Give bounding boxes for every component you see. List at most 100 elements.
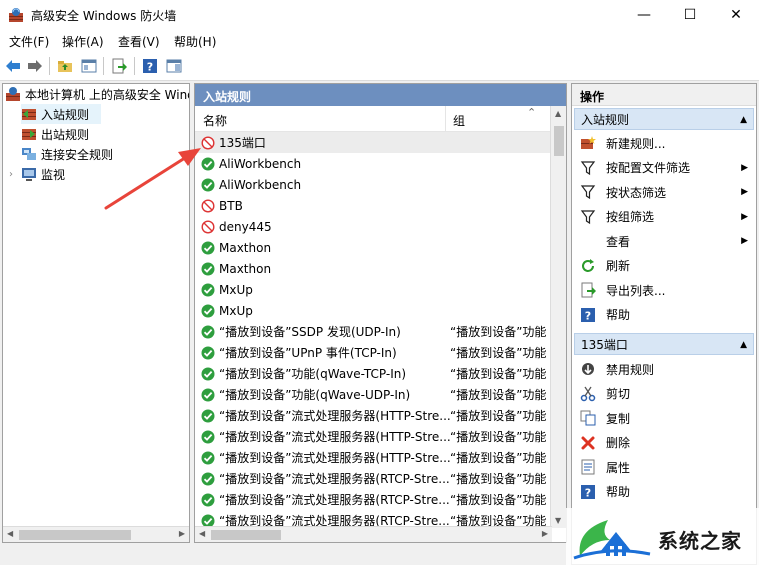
column-group[interactable]: 组 [453, 112, 465, 129]
action-item[interactable]: 禁用规则 [574, 357, 754, 381]
actions-section-inbound[interactable]: 入站规则 ▲ [574, 108, 754, 130]
rule-row[interactable]: “播放到设备”功能(qWave-UDP-In) “播放到设备”功能 [195, 384, 552, 405]
scroll-right-icon[interactable]: ▶ [542, 529, 548, 538]
svg-text:?: ? [147, 61, 153, 74]
properties-icon [580, 459, 596, 475]
rule-name: “播放到设备”功能(qWave-TCP-In) [219, 367, 407, 381]
actions-section-selected-rule[interactable]: 135端口 ▲ [574, 333, 754, 355]
help-button[interactable]: ? [141, 57, 159, 75]
action-item[interactable]: 查看 ▶ [574, 229, 754, 253]
menu-file[interactable]: 文件(F) [9, 33, 49, 50]
action-label: 新建规则... [606, 136, 666, 151]
console-tree-icon [81, 59, 97, 73]
action-item[interactable]: 新建规则... [574, 131, 754, 155]
scroll-left-icon[interactable]: ◀ [199, 529, 205, 538]
rule-row[interactable]: Maxthon [195, 237, 552, 258]
maximize-button[interactable]: ☐ [667, 0, 713, 29]
action-label: 禁用规则 [606, 362, 655, 377]
action-label: 剪切 [606, 387, 631, 401]
rule-name: “播放到设备”功能(qWave-UDP-In) [219, 388, 411, 402]
scroll-left-icon[interactable]: ◀ [7, 529, 13, 538]
action-item[interactable]: 删除 [574, 431, 754, 455]
rule-group: “播放到设备”功能 [450, 367, 547, 381]
column-divider[interactable] [445, 106, 446, 132]
action-item[interactable]: ? 帮助 [574, 303, 754, 327]
scroll-up-icon[interactable]: ▲ [555, 109, 561, 118]
menu-action[interactable]: 操作(A) [62, 33, 104, 50]
rule-row[interactable]: MxUp [195, 279, 552, 300]
action-label: 导出列表... [606, 283, 666, 298]
show-action-pane-button[interactable] [165, 57, 183, 75]
export-button[interactable] [110, 57, 128, 75]
menu-view[interactable]: 查看(V) [118, 33, 160, 50]
scrollbar-thumb[interactable] [211, 530, 281, 540]
rule-row[interactable]: “播放到设备”流式处理服务器(RTCP-Stre... “播放到设备”功能 [195, 468, 552, 489]
rule-name: deny445 [219, 219, 272, 234]
column-header: 名称 组 ⌃ [195, 106, 552, 132]
rule-row[interactable]: MxUp [195, 300, 552, 321]
list-vertical-scrollbar[interactable]: ▲ ▼ [550, 106, 566, 528]
back-button[interactable] [4, 57, 22, 75]
show-tree-button[interactable] [80, 57, 98, 75]
action-item[interactable]: 剪切 [574, 382, 754, 406]
submenu-arrow-icon: ▶ [741, 236, 748, 246]
tree-item-monitor[interactable]: › 监视 [9, 164, 65, 184]
up-folder-button[interactable] [56, 57, 74, 75]
scrollbar-thumb[interactable] [19, 530, 131, 540]
tree-root[interactable]: 本地计算机 上的高级安全 Windows [5, 84, 189, 104]
connection-security-icon [22, 148, 36, 160]
outbound-rules-icon [22, 129, 36, 140]
action-item[interactable]: 按状态筛选 ▶ [574, 180, 754, 204]
filter-icon [580, 160, 596, 176]
action-item[interactable]: 属性 [574, 455, 754, 479]
action-item[interactable]: 按配置文件筛选 ▶ [574, 156, 754, 180]
tree-item-connection-security[interactable]: 连接安全规则 [21, 144, 113, 164]
section-title: 入站规则 [581, 112, 630, 127]
rule-row[interactable]: Maxthon [195, 258, 552, 279]
tree-item-outbound[interactable]: 出站规则 [21, 124, 89, 144]
action-label: 按状态筛选 [606, 185, 667, 200]
rule-row[interactable]: “播放到设备”UPnP 事件(TCP-In) “播放到设备”功能 [195, 342, 552, 363]
scrollbar-thumb[interactable] [554, 126, 564, 156]
rule-name: MxUp [219, 303, 253, 318]
rule-row[interactable]: deny445 [195, 216, 552, 237]
rule-row[interactable]: 135端口 [195, 132, 552, 153]
menu-help[interactable]: 帮助(H) [174, 33, 216, 50]
scroll-down-icon[interactable]: ▼ [555, 516, 561, 525]
tree-item-label: 监视 [41, 167, 66, 182]
tree-horizontal-scrollbar[interactable]: ◀ ▶ [3, 526, 189, 542]
collapse-caret-icon[interactable]: ▲ [740, 115, 747, 125]
allowed-check-icon [201, 325, 215, 338]
svg-text:?: ? [585, 309, 591, 322]
action-item[interactable]: 按组筛选 ▶ [574, 205, 754, 229]
menu-bar: 文件(F) 操作(A) 查看(V) 帮助(H) [0, 29, 759, 51]
rule-row[interactable]: “播放到设备”流式处理服务器(HTTP-Stre... “播放到设备”功能 [195, 447, 552, 468]
rule-group: “播放到设备”功能 [450, 493, 547, 507]
action-item[interactable]: ? 帮助 [574, 480, 754, 504]
action-item[interactable]: 导出列表... [574, 278, 754, 302]
rule-row[interactable]: “播放到设备”流式处理服务器(RTCP-Stre... “播放到设备”功能 [195, 489, 552, 510]
column-name[interactable]: 名称 [203, 112, 227, 129]
action-item[interactable]: 复制 [574, 406, 754, 430]
tree-item-inbound[interactable]: 入站规则 [21, 104, 101, 124]
rule-name: “播放到设备”UPnP 事件(TCP-In) [219, 346, 397, 360]
blocked-circle-icon [201, 198, 215, 213]
cut-icon [580, 386, 596, 402]
action-item[interactable]: 刷新 [574, 254, 754, 278]
rule-row[interactable]: AliWorkbench [195, 174, 552, 195]
forward-button[interactable] [26, 57, 44, 75]
chevron-right-icon[interactable]: › [9, 169, 19, 180]
rule-row[interactable]: “播放到设备”流式处理服务器(HTTP-Stre... “播放到设备”功能 [195, 426, 552, 447]
scroll-right-icon[interactable]: ▶ [179, 529, 185, 538]
delete-icon [580, 435, 596, 451]
rule-row[interactable]: AliWorkbench [195, 153, 552, 174]
list-horizontal-scrollbar[interactable]: ◀ ▶ [195, 526, 552, 542]
rule-group: “播放到设备”功能 [450, 430, 547, 444]
rule-row[interactable]: BTB [195, 195, 552, 216]
rule-row[interactable]: “播放到设备”功能(qWave-TCP-In) “播放到设备”功能 [195, 363, 552, 384]
close-button[interactable]: ✕ [713, 0, 759, 29]
collapse-caret-icon[interactable]: ▲ [740, 340, 747, 350]
rule-row[interactable]: “播放到设备”流式处理服务器(HTTP-Stre... “播放到设备”功能 [195, 405, 552, 426]
minimize-button[interactable]: — [621, 0, 667, 29]
rule-row[interactable]: “播放到设备”SSDP 发现(UDP-In) “播放到设备”功能 [195, 321, 552, 342]
